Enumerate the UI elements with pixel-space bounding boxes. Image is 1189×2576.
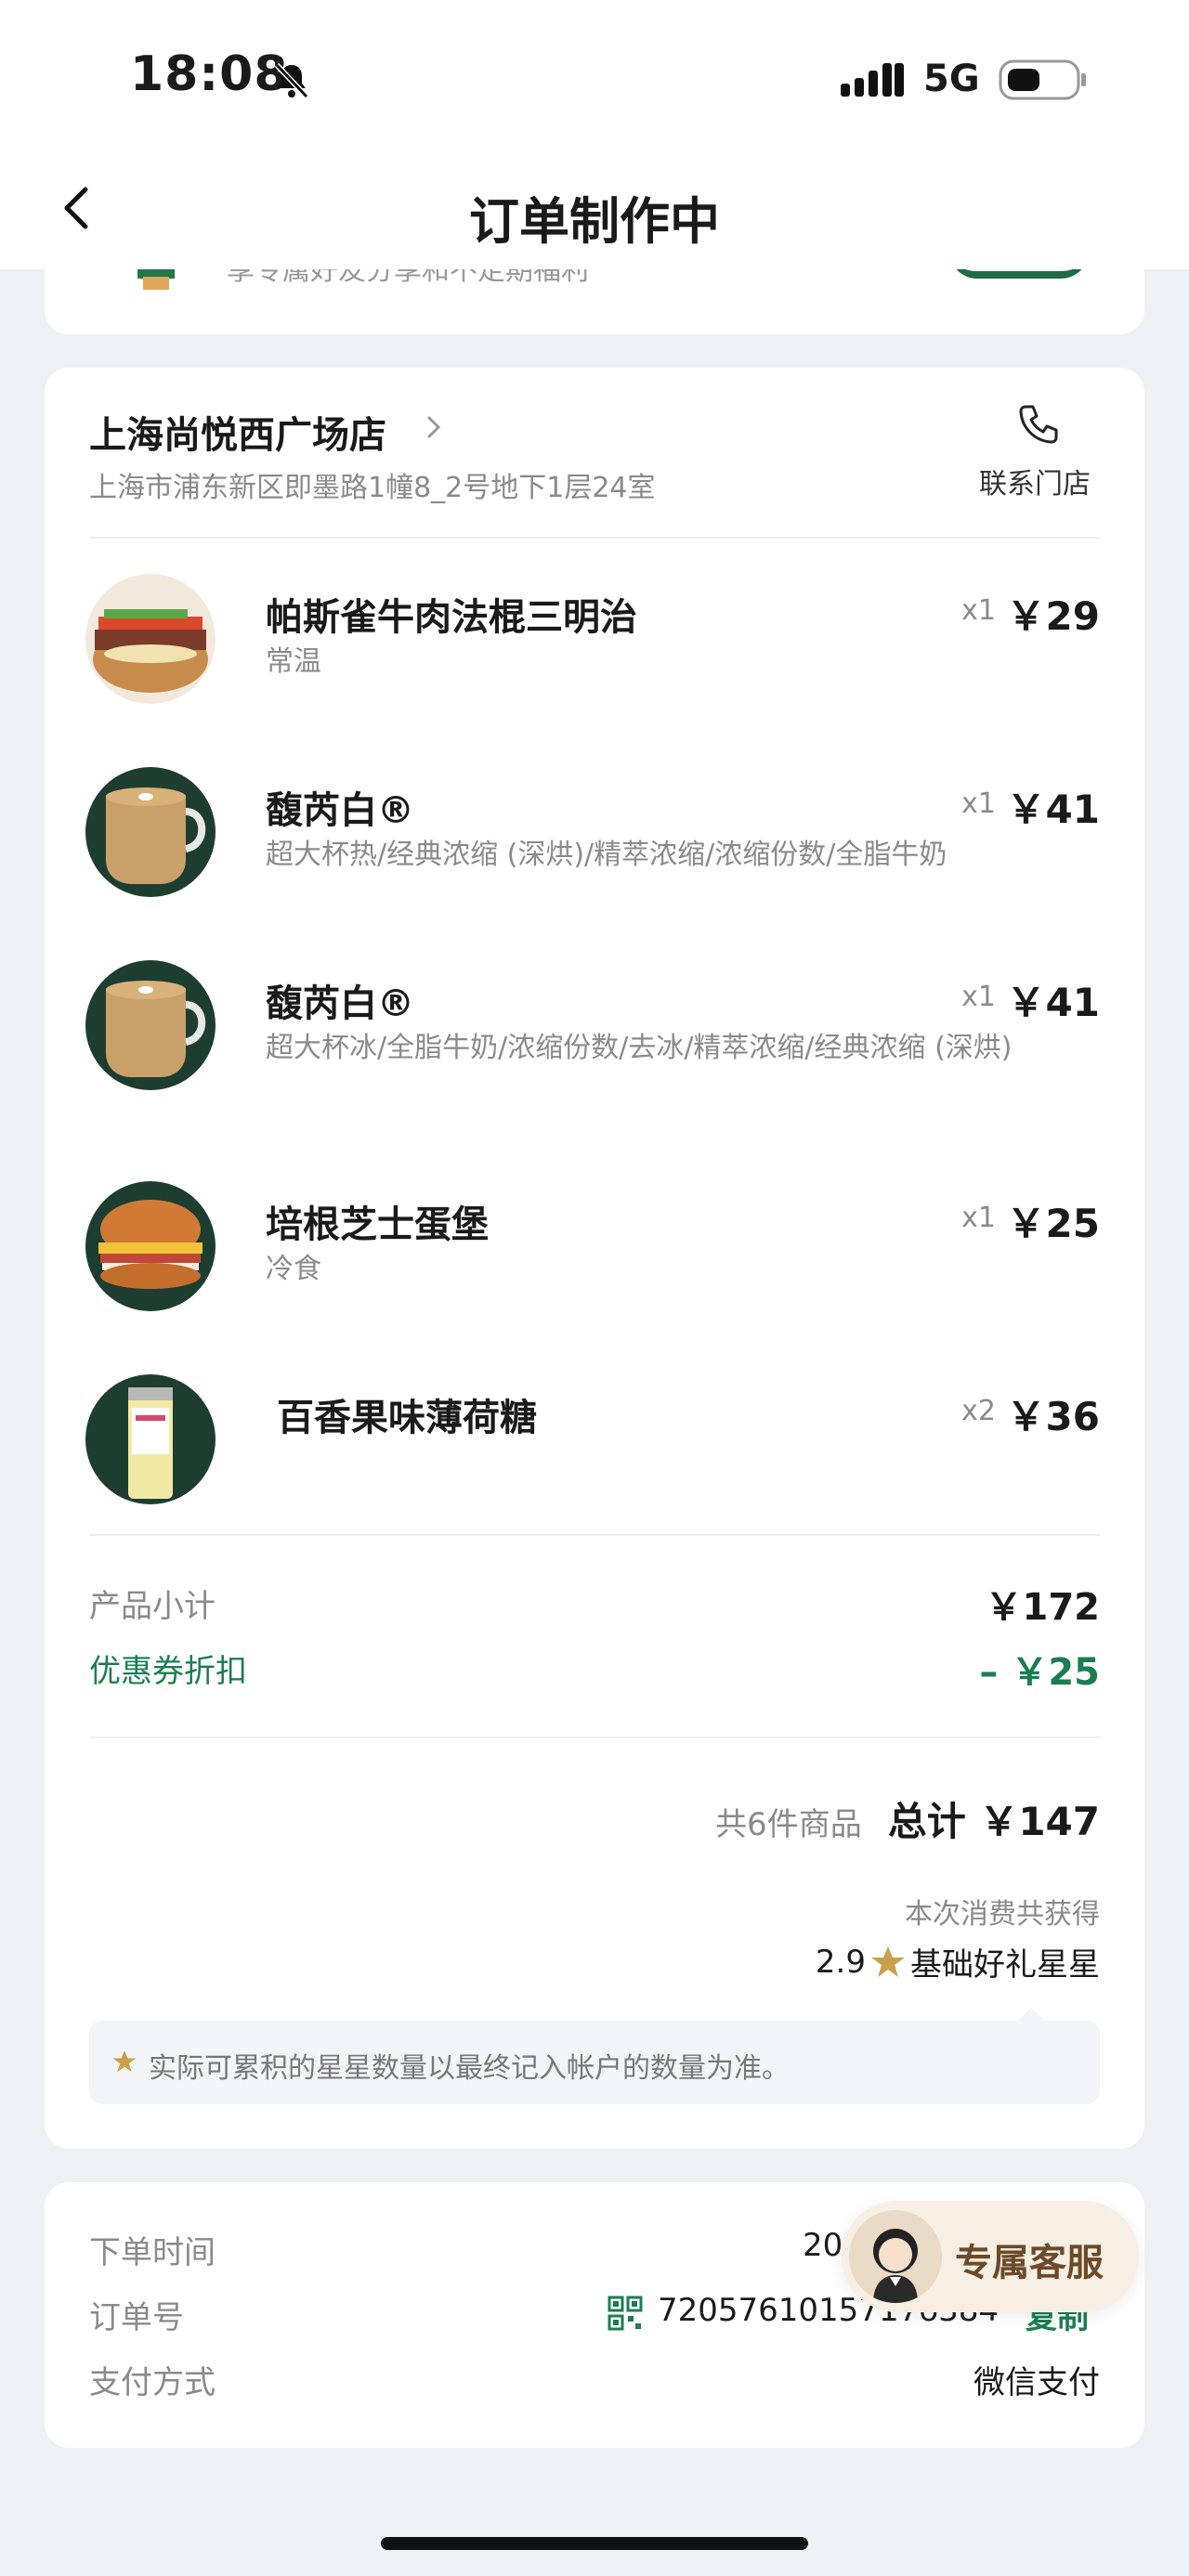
avatar	[849, 2210, 942, 2303]
customer-service-button[interactable]: 专属客服	[842, 2201, 1139, 2312]
item-quantity: x1	[961, 981, 996, 1013]
subtotal-label: 产品小计	[89, 1588, 216, 1625]
item-options: 超大杯热/经典浓缩 (深烘)/精萃浓缩/浓缩份数/全脂牛奶	[266, 839, 947, 871]
coupon-value: – ￥25	[979, 1651, 1100, 1694]
order-time-value: 20	[803, 2227, 843, 2264]
chevron-right-icon[interactable]	[424, 410, 446, 444]
burger-image	[85, 1181, 216, 1311]
sandwich-image	[85, 574, 216, 704]
item-price: ￥25	[1006, 1201, 1100, 1246]
coffee-image	[85, 960, 216, 1090]
item-name: 帕斯雀牛肉法棍三明治	[266, 596, 637, 639]
item-quantity: x1	[961, 787, 996, 820]
item-options: 冷食	[266, 1253, 321, 1285]
divider	[89, 537, 1100, 539]
phone-icon[interactable]	[1014, 401, 1061, 448]
total-line: 共6件商品 总计 ￥147	[715, 1790, 1100, 1847]
service-label: 专属客服	[955, 2242, 1104, 2284]
stars-notice: 实际可累积的星星数量以最终记入帐户的数量为准。	[89, 2008, 1100, 2104]
nav-bar: 订单制作中	[0, 158, 1189, 260]
item-price: ￥41	[1006, 980, 1100, 1025]
item-quantity: x1	[961, 1202, 996, 1234]
divider	[89, 1534, 1100, 1536]
stars-earned-label: 本次消费共获得	[905, 1898, 1100, 1931]
battery-icon	[999, 59, 1086, 100]
list-item[interactable]: 帕斯雀牛肉法棍三明治 常温 x1 ￥29	[45, 574, 1144, 750]
star-icon	[112, 2050, 137, 2073]
item-name: 馥芮白®	[266, 982, 414, 1025]
item-quantity: x2	[961, 1395, 996, 1427]
home-indicator[interactable]	[381, 2537, 808, 2550]
status-time: 18:08	[130, 46, 289, 102]
list-item[interactable]: 培根芝士蛋堡 冷食 x1 ￥25	[45, 1181, 1144, 1358]
item-price: ￥29	[1006, 593, 1100, 639]
list-item[interactable]: 馥芮白® 超大杯冰/全脂牛奶/浓缩份数/去冰/精萃浓缩/经典浓缩 (深烘) x1…	[45, 960, 1144, 1174]
contact-store-button[interactable]: 联系门店	[979, 461, 1091, 501]
subtotal-value: ￥172	[985, 1586, 1101, 1629]
payment-method-value: 微信支付	[973, 2364, 1100, 2401]
divider	[89, 1737, 1100, 1738]
star-icon	[871, 1945, 905, 1977]
stars-earned: 2.9 基础好礼星星	[816, 1939, 1100, 1984]
order-card: 上海尚悦西广场店 上海市浦东新区即墨路1幢8_2号地下1层24室 联系门店 帕斯…	[45, 368, 1144, 2149]
item-name: 馥芮白®	[266, 789, 414, 832]
store-address: 上海市浦东新区即墨路1幢8_2号地下1层24室	[89, 472, 656, 504]
stars-count: 2.9	[815, 1943, 866, 1981]
payment-method-label: 支付方式	[89, 2364, 216, 2401]
list-item[interactable]: 百香果味薄荷糖 x2 ￥36	[45, 1374, 1144, 1551]
item-price: ￥41	[1006, 787, 1100, 832]
coffee-image	[85, 767, 216, 897]
page-title: 订单制作中	[469, 192, 720, 251]
stars-unit: 基础好礼星星	[910, 1946, 1100, 1984]
network-type: 5G	[923, 58, 980, 100]
order-number-label: 订单号	[89, 2299, 184, 2336]
item-options: 常温	[266, 645, 321, 678]
notice-text: 实际可累积的星星数量以最终记入帐户的数量为准。	[149, 2052, 790, 2085]
item-quantity: x1	[961, 594, 996, 627]
qr-code-icon[interactable]	[608, 2296, 643, 2331]
bell-muted-icon	[274, 62, 309, 99]
signal-icon	[841, 63, 904, 97]
item-name: 培根芝士蛋堡	[266, 1203, 489, 1246]
item-name: 百香果味薄荷糖	[277, 1397, 537, 1439]
mint-candy-image	[85, 1374, 216, 1504]
item-options: 超大杯冰/全脂牛奶/浓缩份数/去冰/精萃浓缩/经典浓缩 (深烘)	[266, 1032, 1013, 1064]
order-time-label: 下单时间	[89, 2234, 216, 2271]
store-name[interactable]: 上海尚悦西广场店	[89, 405, 386, 459]
status-bar: 18:08 5G	[0, 0, 1189, 149]
item-count: 共6件商品	[715, 1806, 862, 1843]
total-amount: 总计 ￥147	[887, 1799, 1100, 1844]
header: 18:08 5G 订单制作中	[0, 0, 1189, 269]
list-item[interactable]: 馥芮白® 超大杯热/经典浓缩 (深烘)/精萃浓缩/浓缩份数/全脂牛奶 x1 ￥4…	[45, 767, 1144, 943]
item-price: ￥36	[1006, 1394, 1100, 1439]
coupon-label: 优惠券折扣	[89, 1653, 247, 1690]
